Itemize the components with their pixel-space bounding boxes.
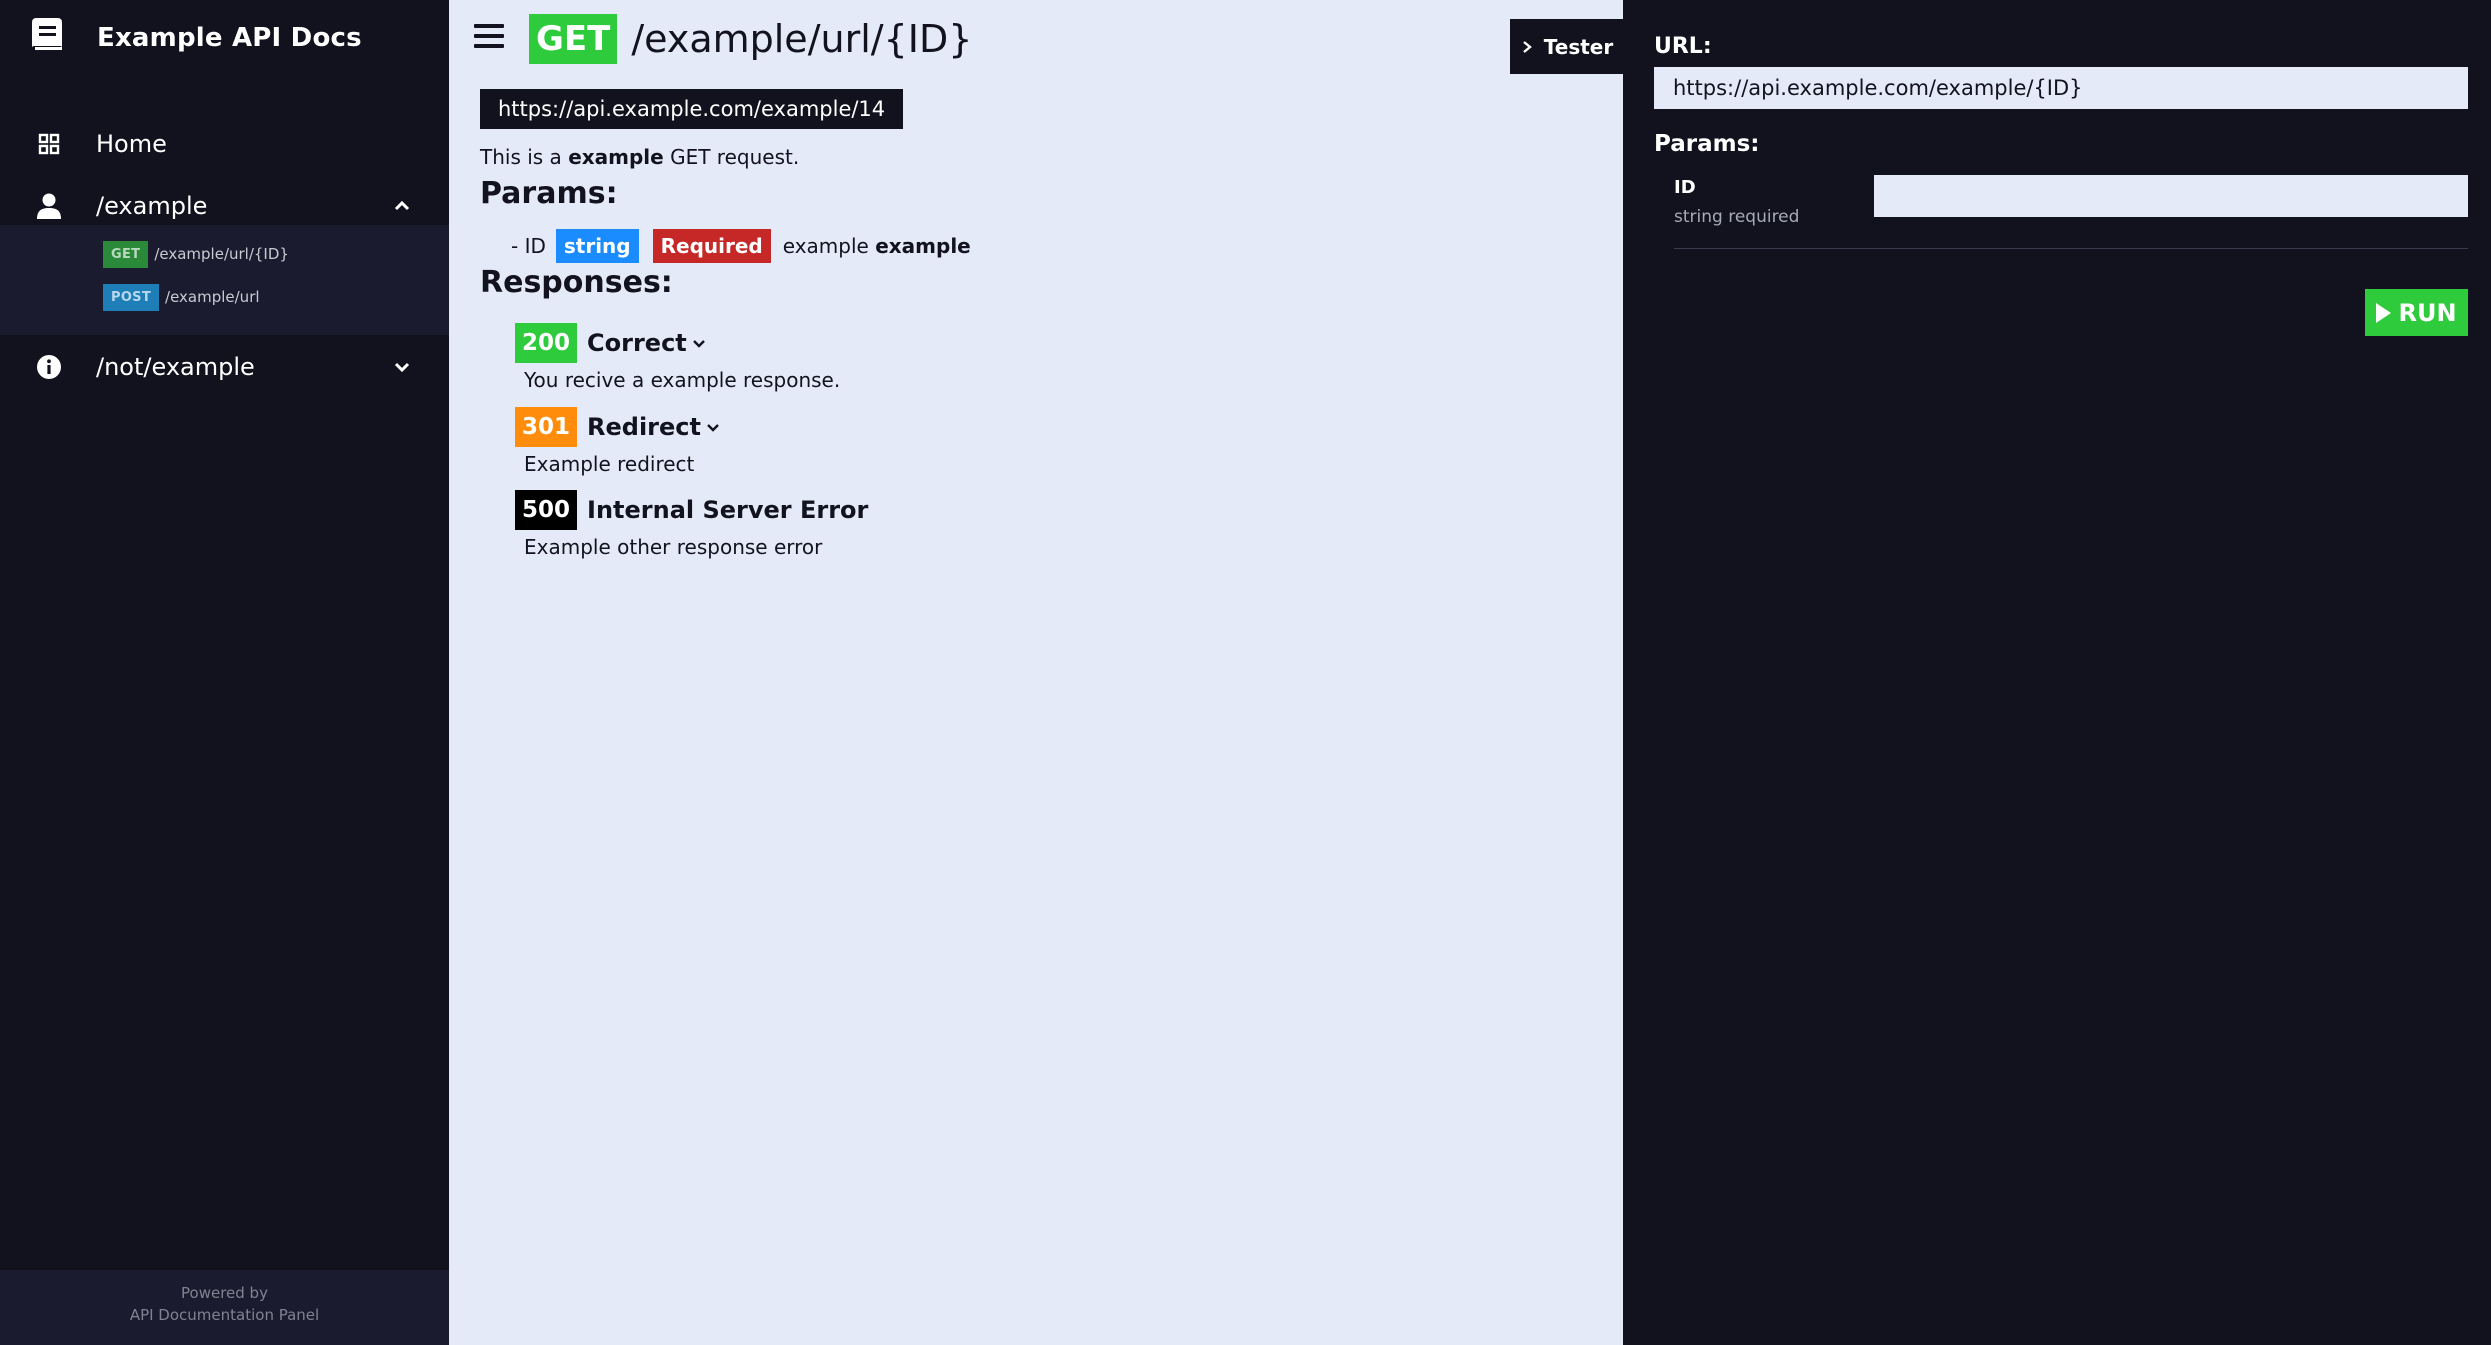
param-example: example example <box>783 234 971 258</box>
params-label: Params: <box>1654 131 1760 157</box>
request-url[interactable]: https://api.example.com/example/14 <box>480 89 904 129</box>
sidebar-item-label: /not/example <box>96 353 255 381</box>
param-id-input[interactable] <box>1874 175 2468 217</box>
response-header: 500 Internal Server Error <box>515 490 868 530</box>
sidebar-subitem-get-example-url-id[interactable]: GET /example/url/{ID} <box>103 239 289 269</box>
footer-powered-by: Powered by <box>181 1284 268 1302</box>
response-name: Redirect <box>587 413 701 441</box>
sidebar-footer: Powered by API Documentation Panel <box>0 1270 449 1345</box>
method-badge-get: GET <box>103 240 149 268</box>
response-name: Correct <box>587 329 687 357</box>
page-header: GET /example/url/{ID} <box>529 14 972 64</box>
param-type-label: string required <box>1674 207 1800 227</box>
sidebar-subitem-path: /example/url <box>165 288 260 306</box>
sidebar-subgroup-example: GET /example/url/{ID} POST /example/url <box>0 225 449 335</box>
chevron-right-icon <box>1522 40 1532 53</box>
run-button[interactable]: RUN <box>2365 289 2468 336</box>
chevron-up-icon[interactable] <box>390 194 414 218</box>
tester-panel: URL: https://api.example.com/example/{ID… <box>1623 0 2491 1345</box>
endpoint-description: This is a example GET request. <box>480 145 799 169</box>
info-icon <box>34 352 64 382</box>
method-badge: GET <box>529 14 618 64</box>
description-text: This is a <box>480 145 562 169</box>
status-code-badge: 200 <box>515 323 578 363</box>
response-200: 200 Correct You recive a example respons… <box>515 323 840 392</box>
main-content: GET /example/url/{ID} https://api.exampl… <box>449 0 1623 1345</box>
sidebar-subitem-path: /example/url/{ID} <box>154 245 289 263</box>
footer-product-name[interactable]: API Documentation Panel <box>0 1304 449 1326</box>
play-icon <box>2376 302 2392 323</box>
response-301: 301 Redirect Example redirect <box>515 407 721 476</box>
chevron-down-icon[interactable] <box>390 355 414 379</box>
param-type-badge: string <box>555 229 639 263</box>
method-badge-post: POST <box>103 283 160 311</box>
response-description: Example redirect <box>524 452 695 476</box>
param-example-value: example <box>875 234 971 258</box>
param-name: - ID <box>511 234 546 258</box>
hamburger-menu-icon[interactable] <box>474 24 504 50</box>
sidebar-item-label: /example <box>96 192 208 220</box>
chevron-down-icon[interactable] <box>691 335 707 351</box>
chevron-down-icon[interactable] <box>705 419 721 435</box>
params-heading: Params: <box>480 176 618 211</box>
brand[interactable]: Example API Docs <box>30 16 362 60</box>
param-required-badge: Required <box>652 229 771 263</box>
sidebar-item-home[interactable]: Home <box>0 118 449 170</box>
description-bold: example <box>568 145 664 169</box>
response-description: Example other response error <box>524 535 823 559</box>
response-header[interactable]: 200 Correct <box>515 323 840 363</box>
response-name: Internal Server Error <box>587 496 869 524</box>
responses-heading: Responses: <box>480 265 673 300</box>
status-code-badge: 301 <box>515 407 578 447</box>
param-name-label: ID <box>1674 177 1696 198</box>
sidebar-item-label: Home <box>96 130 167 158</box>
book-icon <box>30 16 66 60</box>
url-label: URL: <box>1654 34 1712 59</box>
run-button-label: RUN <box>2398 298 2457 327</box>
param-row-id: - ID string Required example example <box>511 229 971 263</box>
tester-toggle-label: Tester <box>1543 34 1614 59</box>
url-input[interactable]: https://api.example.com/example/{ID} <box>1654 67 2468 109</box>
tester-toggle-button[interactable]: Tester <box>1510 19 1623 74</box>
param-example-label: example <box>782 234 869 258</box>
status-code-badge: 500 <box>515 490 578 530</box>
response-header[interactable]: 301 Redirect <box>515 407 721 447</box>
sidebar: Example API Docs Home /example GET /exam… <box>0 0 449 1345</box>
grid-icon <box>34 129 64 159</box>
description-text: GET request. <box>670 145 800 169</box>
page-title: /example/url/{ID} <box>631 17 973 61</box>
brand-title: Example API Docs <box>97 23 362 53</box>
response-500: 500 Internal Server Error Example other … <box>515 490 868 559</box>
response-description: You recive a example response. <box>524 368 841 392</box>
sidebar-item-not-example[interactable]: /not/example <box>0 341 449 393</box>
divider <box>1674 248 2468 249</box>
sidebar-subitem-post-example-url[interactable]: POST /example/url <box>103 282 260 312</box>
user-icon <box>34 191 64 221</box>
